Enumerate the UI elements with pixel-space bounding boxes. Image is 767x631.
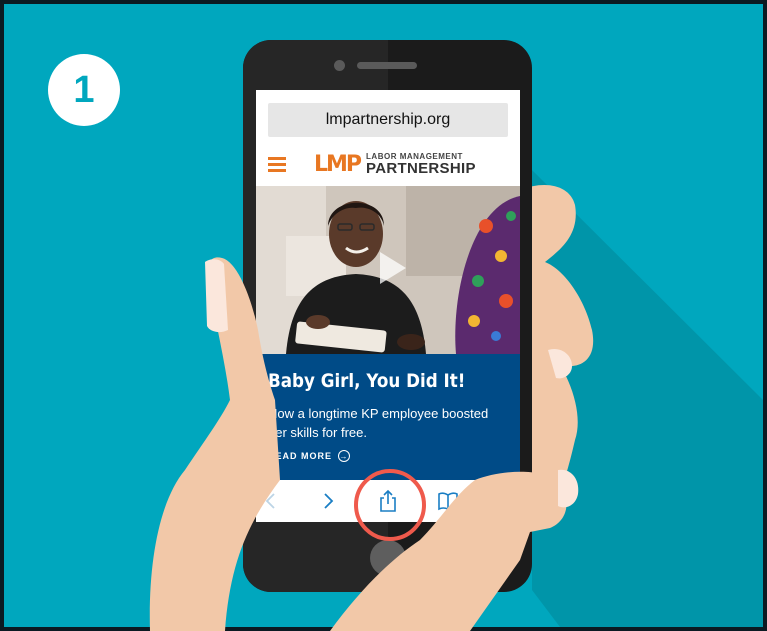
share-highlight-ring [354, 469, 426, 541]
illustration: 1 lmpartnership.org LMP LABOR MANAGEMENT… [0, 0, 767, 631]
